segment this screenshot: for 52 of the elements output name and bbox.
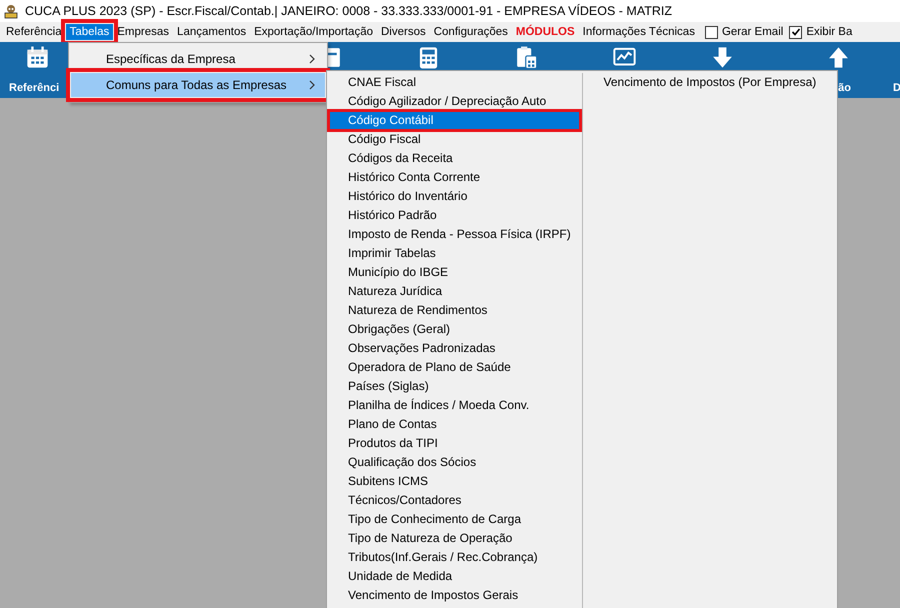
menu-item[interactable]: Tipo de Natureza de Operação [329,529,580,548]
toolbar-label: Referênci [9,82,60,94]
menu-item[interactable]: Vencimento de Impostos (Por Empresa) [584,73,835,92]
menu-item[interactable]: Unidade de Medida [329,567,580,586]
menu-item[interactable]: Vencimento de Impostos Gerais [329,586,580,605]
menu-item[interactable]: Observações Padronizadas [329,339,580,358]
menu-item[interactable]: Município do IBGE [329,263,580,282]
menu-item[interactable]: Referência [2,24,66,40]
menu-item[interactable]: Histórico do Inventário [329,187,580,206]
menu-item[interactable]: Empresas [113,24,174,40]
menu-item[interactable]: Produtos da TIPI [329,434,580,453]
chevron-right-icon [309,80,315,90]
menu-item[interactable]: Obrigações (Geral) [329,320,580,339]
menu-item[interactable]: Código Agilizador / Depreciação Auto [329,92,580,111]
calendar-icon[interactable] [25,45,50,70]
menu-item[interactable]: Comuns para Todas as Empresas [71,73,325,97]
checkbox-option[interactable]: Exibir Ba [789,26,852,38]
menu-item[interactable]: Histórico Conta Corrente [329,168,580,187]
menu-item[interactable]: Operadora de Plano de Saúde [329,358,580,377]
menu-item[interactable]: Subitens ICMS [329,472,580,491]
menu-item[interactable]: Exportação/Importação [250,24,377,40]
menu-item[interactable]: Imposto de Renda - Pessoa Física (IRPF) [329,225,580,244]
menu-item[interactable]: MÓDULOS [512,24,579,40]
menu-item[interactable]: Qualificação dos Sócios [329,453,580,472]
menu-item[interactable]: Técnicos/Contadores [329,491,580,510]
menu-item[interactable]: Códigos da Receita [329,149,580,168]
menu-item[interactable]: Tributos(Inf.Gerais / Rec.Cobrança) [329,548,580,567]
toolbar-label: ão [838,82,851,94]
menu-item[interactable]: Histórico Padrão [329,206,580,225]
menu-item[interactable]: Países (Siglas) [329,377,580,396]
menu-item[interactable]: Lançamentos [173,24,250,40]
window-title: CUCA PLUS 2023 (SP) - Escr.Fiscal/Contab.| JANEIRO: 0008 - 33.333.333/0001-91 - EMPRESA VÍDEOS - MATRIZ [25,4,672,18]
menu-item[interactable]: Informações Técnicas [578,24,699,40]
checkbox[interactable] [789,26,802,38]
app-logo-icon [3,3,19,19]
menu-item[interactable]: Plano de Contas [329,415,580,434]
checkbox-option[interactable]: Gerar Email [704,26,784,38]
menu-item[interactable]: Específicas da Empresa [71,47,325,71]
checkbox[interactable] [704,26,718,38]
chevron-right-icon [309,54,315,64]
menu-item[interactable]: Tipo de Conhecimento de Carga [329,510,580,529]
up-arrow-icon[interactable] [826,45,851,70]
menu-item[interactable]: Planilha de Índices / Moeda Conv. [329,396,580,415]
menu-item[interactable]: Configurações [430,24,512,40]
menu-item[interactable]: CNAE Fiscal [329,73,580,92]
menu-item[interactable]: Diversos [377,24,430,40]
menu-item[interactable]: Tabelas [66,24,114,40]
menu-item[interactable]: Código Contábil [329,111,580,130]
menu-item[interactable]: Imprimir Tabelas [329,244,580,263]
menu-item[interactable]: Natureza Jurídica [329,282,580,301]
menu-item[interactable]: Natureza de Rendimentos [329,301,580,320]
menu-item[interactable]: Código Fiscal [329,130,580,149]
